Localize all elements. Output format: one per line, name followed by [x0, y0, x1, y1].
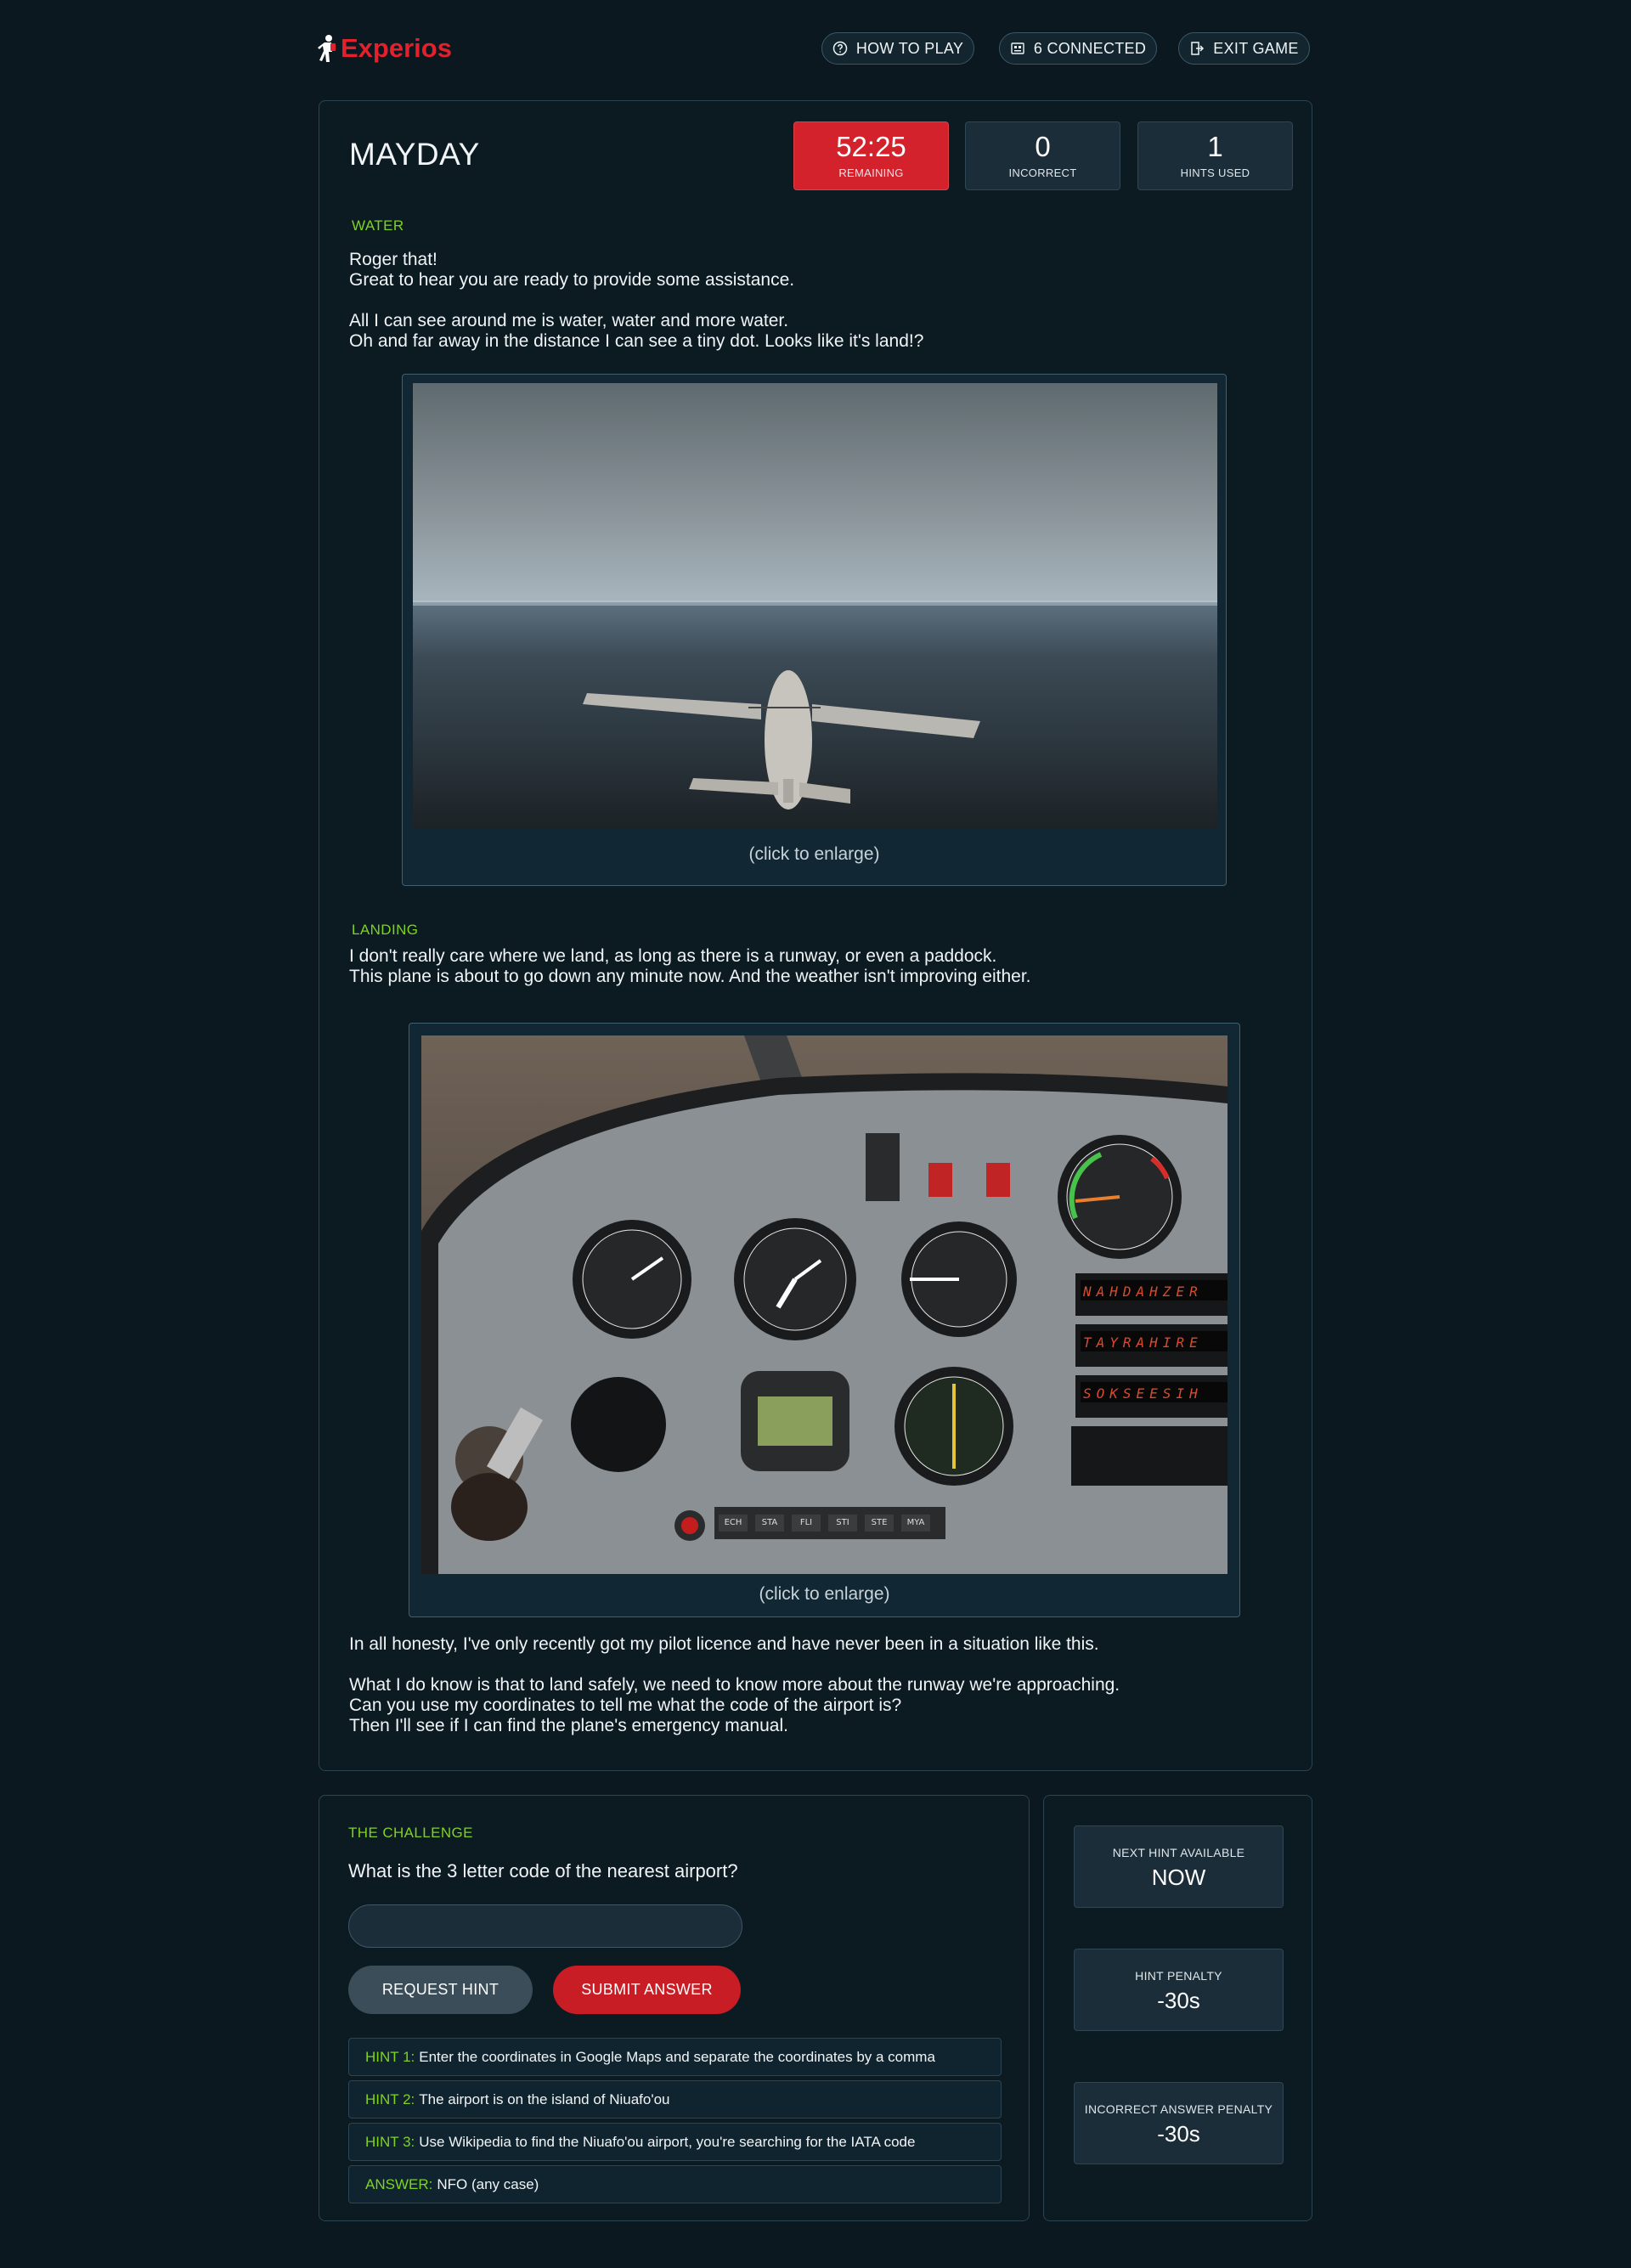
next-hint-label: NEXT HINT AVAILABLE: [1112, 1846, 1245, 1859]
vertical-speed-gauge: [901, 1221, 1017, 1337]
heading-gauge: [895, 1367, 1013, 1486]
challenge-card: THE CHALLENGE What is the 3 letter code …: [319, 1795, 1030, 2221]
hint-penalty-label: HINT PENALTY: [1135, 1969, 1222, 1983]
answer-row: ANSWER: NFO (any case): [348, 2165, 1002, 2203]
cockpit-button: FLI: [792, 1515, 821, 1532]
time-remaining-label: REMAINING: [838, 166, 904, 179]
landing-section-label: LANDING: [352, 922, 419, 938]
incorrect-penalty-value: -30s: [1157, 2121, 1200, 2147]
hint-text: Enter the coordinates in Google Maps and…: [419, 2048, 935, 2065]
altimeter-gauge: [734, 1218, 856, 1340]
logo-text: Experios: [341, 33, 452, 63]
help-circle-icon: [832, 41, 848, 56]
hints-used-label: HINTS USED: [1180, 166, 1250, 179]
request-hint-button[interactable]: REQUEST HINT: [348, 1966, 533, 2014]
hint-penalty-value: -30s: [1157, 1988, 1200, 2013]
airspeed-gauge: [573, 1220, 691, 1339]
tachometer-gauge: [1058, 1135, 1182, 1259]
players-icon: [1011, 42, 1024, 54]
water-text-1: Roger that! Great to hear you are ready …: [349, 250, 795, 290]
answer-input[interactable]: [348, 1904, 742, 1948]
landing-text-3: What I do know is that to land safely, w…: [349, 1675, 1120, 1735]
cockpit-image-frame[interactable]: NAHDAHZER TAYRAHIRE SOKSEESIH ECH STA FL…: [409, 1023, 1240, 1617]
cockpit-button: STI: [828, 1515, 857, 1532]
cockpit-button: STE: [865, 1515, 894, 1532]
game-title: MAYDAY: [349, 137, 480, 172]
cockpit-button: STA: [755, 1515, 784, 1532]
incorrect-count-value: 0: [1035, 131, 1051, 162]
penalty-sidebar: NEXT HINT AVAILABLE NOW HINT PENALTY -30…: [1043, 1795, 1312, 2221]
plane-over-water-image[interactable]: [413, 383, 1217, 829]
cockpit-instrument-panel-image[interactable]: [421, 1035, 1227, 1574]
water-image-caption[interactable]: (click to enlarge): [403, 844, 1226, 865]
landing-text-2: In all honesty, I've only recently got m…: [349, 1634, 1099, 1654]
exit-game-label: EXIT GAME: [1213, 39, 1299, 57]
hint-prefix: HINT 3:: [365, 2133, 415, 2150]
radio-display-2: TAYRAHIRE: [1083, 1334, 1203, 1351]
cockpit-button-strip: ECH STA FLI STI STE MYA: [719, 1515, 940, 1532]
water-image-frame[interactable]: (click to enlarge): [402, 374, 1227, 886]
hint-penalty-box: HINT PENALTY -30s: [1074, 1949, 1284, 2031]
radio-display-1: NAHDAHZER: [1083, 1284, 1203, 1300]
hint-prefix: HINT 2:: [365, 2090, 415, 2107]
hints-used-value: 1: [1207, 131, 1223, 162]
time-remaining-value: 52:25: [836, 131, 906, 162]
hint-prefix: HINT 1:: [365, 2048, 415, 2065]
time-remaining-box: 52:25 REMAINING: [793, 121, 949, 190]
cockpit-button: ECH: [719, 1515, 748, 1532]
radio-display-3: SOKSEESIH: [1083, 1385, 1203, 1402]
hint-row: HINT 1: Enter the coordinates in Google …: [348, 2038, 1002, 2076]
incorrect-penalty-label: INCORRECT ANSWER PENALTY: [1084, 2102, 1273, 2116]
water-section-label: WATER: [352, 217, 404, 234]
cockpit-image-caption[interactable]: (click to enlarge): [409, 1584, 1239, 1605]
hints-used-box: 1 HINTS USED: [1137, 121, 1293, 190]
incorrect-count-label: INCORRECT: [1008, 166, 1077, 179]
landing-text-1: I don't really care where we land, as lo…: [349, 946, 1031, 986]
connected-count-label: 6 CONNECTED: [1033, 39, 1147, 57]
compass-gauge: [571, 1377, 666, 1472]
incorrect-penalty-box: INCORRECT ANSWER PENALTY -30s: [1074, 2082, 1284, 2164]
exit-door-icon: [1191, 42, 1205, 55]
hint-text: Use Wikipedia to find the Niuafo'ou airp…: [419, 2133, 916, 2150]
story-card: MAYDAY 52:25 REMAINING 0 INCORRECT 1 HIN…: [319, 100, 1312, 1771]
logo[interactable]: Experios: [317, 29, 452, 68]
incorrect-count-box: 0 INCORRECT: [965, 121, 1120, 190]
explorer-figure-icon: [318, 35, 336, 62]
hint-text: The airport is on the island of Niuafo'o…: [419, 2090, 670, 2107]
challenge-question: What is the 3 letter code of the nearest…: [348, 1860, 738, 1882]
connected-players-button[interactable]: 6 CONNECTED: [999, 32, 1157, 65]
submit-answer-button[interactable]: SUBMIT ANSWER: [553, 1966, 741, 2014]
water-text-2: All I can see around me is water, water …: [349, 311, 924, 351]
cockpit-button: MYA: [901, 1515, 930, 1532]
how-to-play-button[interactable]: HOW TO PLAY: [821, 32, 974, 65]
answer-prefix: ANSWER:: [365, 2175, 433, 2192]
hint-row: HINT 2: The airport is on the island of …: [348, 2080, 1002, 2118]
how-to-play-label: HOW TO PLAY: [855, 39, 964, 57]
next-hint-box: NEXT HINT AVAILABLE NOW: [1074, 1825, 1284, 1908]
answer-text: NFO (any case): [437, 2175, 539, 2192]
next-hint-value: NOW: [1151, 1865, 1206, 1890]
top-bar: Experios HOW TO PLAY 6 CONNECTED EXIT GA…: [317, 29, 1311, 68]
gps-display: [741, 1371, 849, 1471]
challenge-label: THE CHALLENGE: [348, 1825, 473, 1841]
exit-game-button[interactable]: EXIT GAME: [1178, 32, 1310, 65]
hint-row: HINT 3: Use Wikipedia to find the Niuafo…: [348, 2123, 1002, 2161]
